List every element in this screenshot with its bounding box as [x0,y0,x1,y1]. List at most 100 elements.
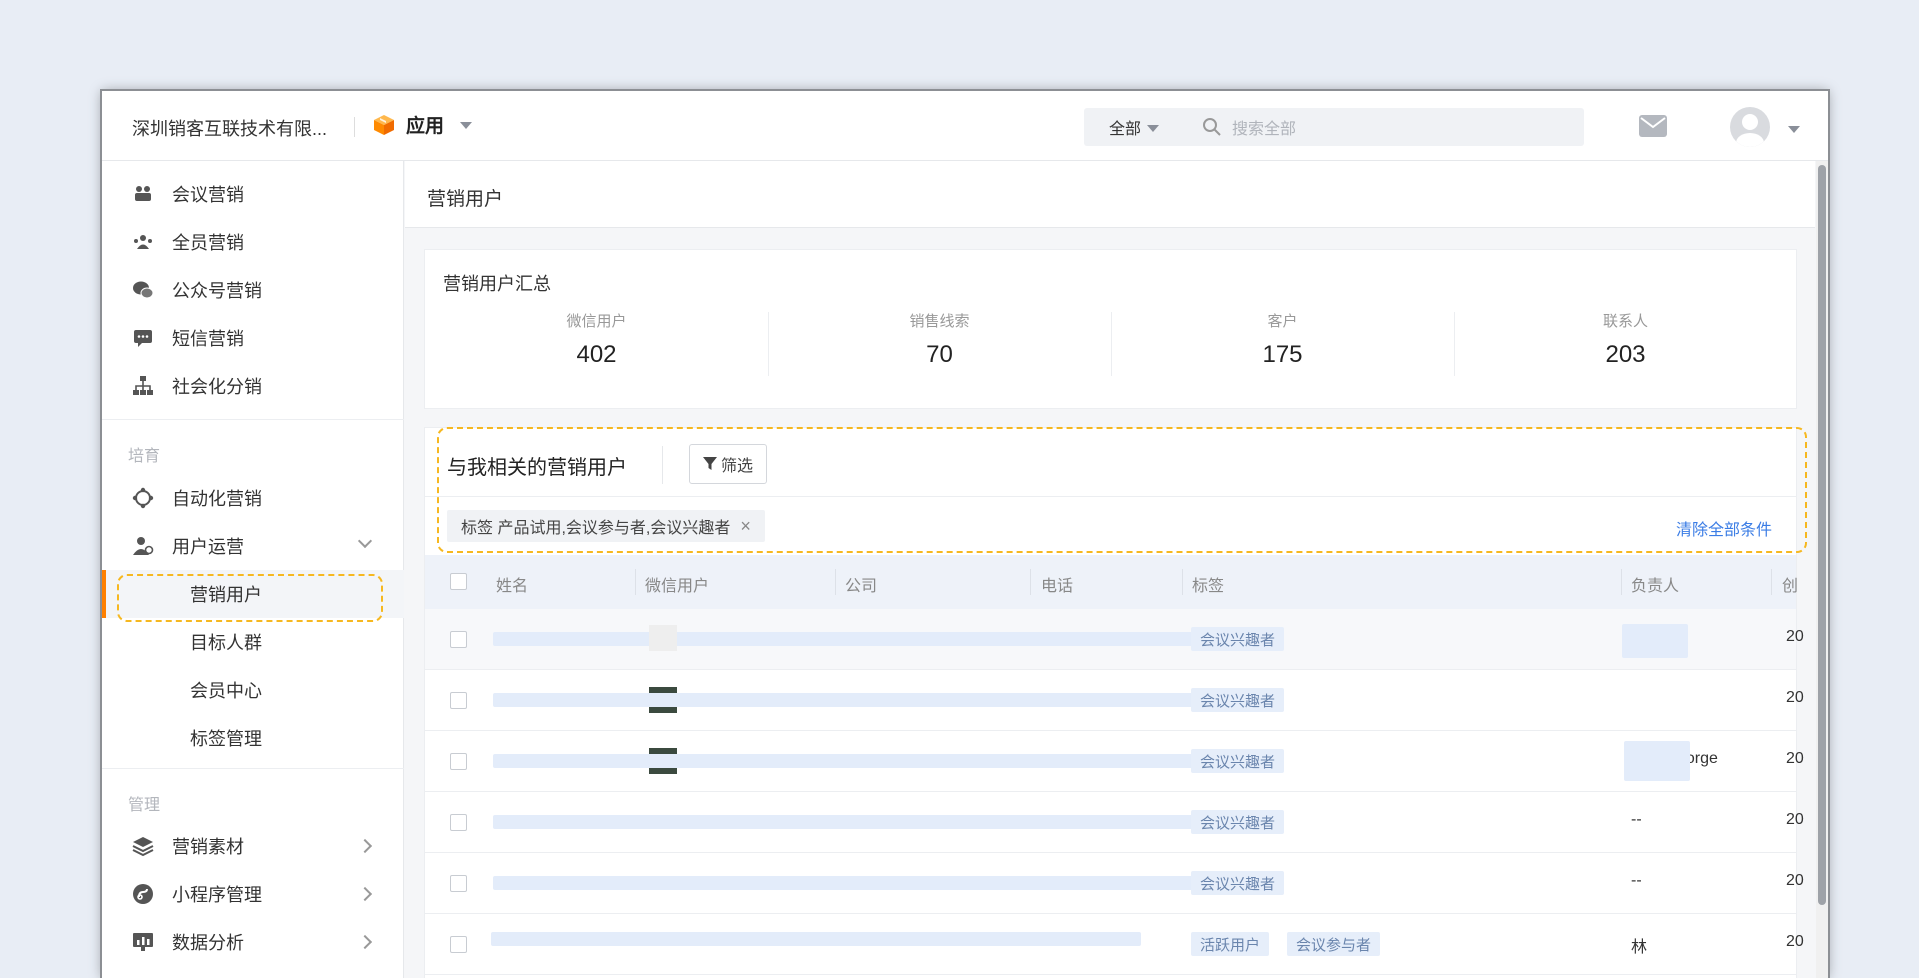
sidebar-item-sms-marketing[interactable]: 短信营销 [102,314,404,362]
section-title-nurture: 培育 [128,448,161,465]
row-checkbox[interactable] [450,692,467,709]
table-row[interactable]: 会议兴趣者 eorge 20 [425,731,1804,792]
stat-value: 175 [1262,341,1303,368]
page-title: 营销用户 [427,189,504,210]
stat-label: 微信用户 [566,313,627,330]
stat-sales-leads: 销售线索 70 [768,310,1111,369]
column-header-phone[interactable]: 电话 [1041,572,1073,596]
column-header-company[interactable]: 公司 [845,572,877,596]
table-header: 姓名 微信用户 公司 电话 标签 负责人 创 [425,555,1798,609]
app-window: 深圳销客互联技术有限... 应用 全部 搜索全部 会议营销 全员营销 公众号营销… [102,91,1828,978]
column-header-tags[interactable]: 标签 [1192,572,1224,596]
chevron-right-icon [357,838,373,854]
created-date: 20 [1786,811,1804,828]
layers-icon [132,835,154,857]
sidebar-item-user-operations[interactable]: 用户运营 [102,522,404,570]
sidebar-item-marketing-materials[interactable]: 营销素材 [102,822,404,870]
sidebar-item-automation-marketing[interactable]: 自动化营销 [102,474,404,522]
table-row[interactable]: 会议兴趣者 20 [425,670,1804,731]
team-icon [132,231,154,253]
redacted-cell [1622,624,1688,658]
sidebar-subitem-tag-management[interactable]: 标签管理 [102,714,404,762]
row-checkbox[interactable] [450,814,467,831]
active-indicator [102,570,106,618]
search-scope-label: 全部 [1109,121,1142,138]
tag-badge: 会议兴趣者 [1191,810,1285,834]
redacted-cell [493,632,1213,646]
sidebar-item-label: 短信营销 [172,329,244,349]
chevron-down-icon[interactable] [1788,126,1800,133]
chevron-down-icon [357,533,373,549]
column-header-name[interactable]: 姓名 [496,572,528,596]
chart-icon [132,931,154,953]
stat-label: 联系人 [1602,313,1648,330]
chevron-right-icon [357,886,373,902]
row-checkbox[interactable] [450,631,467,648]
column-divider [1771,569,1772,595]
created-date: 20 [1786,872,1804,889]
table-row[interactable]: 会议兴趣者 -- 20 [425,853,1804,914]
user-ops-icon [132,535,154,557]
column-divider [1030,569,1031,595]
sidebar-item-data-analysis[interactable]: 数据分析 [102,918,404,966]
scrollbar-thumb[interactable] [1818,165,1826,905]
sidebar-item-label: 全员营销 [172,233,244,253]
redacted-cell [493,754,1215,768]
tag-badge: 会议兴趣者 [1191,871,1285,895]
top-bar: 深圳销客互联技术有限... 应用 全部 搜索全部 [102,91,1828,161]
mail-icon[interactable] [1639,115,1667,137]
sms-icon [132,327,154,349]
sidebar: 会议营销 全员营销 公众号营销 短信营销 社会化分销 培育 自动化营销 用户运营… [102,161,404,978]
created-date: 20 [1786,689,1804,706]
table-row[interactable]: 活跃用户 会议参与者 林 20 [425,914,1804,975]
select-all-checkbox[interactable] [450,573,467,590]
sidebar-item-label: 营销素材 [172,837,244,857]
sidebar-item-label: 会员中心 [190,681,262,701]
sidebar-item-label: 标签管理 [190,729,262,749]
main-content: 营销用户 营销用户汇总 微信用户 402 销售线索 70 客户 175 联系人 … [405,161,1815,978]
sidebar-item-all-staff-marketing[interactable]: 全员营销 [102,218,404,266]
sidebar-item-label: 社会化分销 [172,377,262,397]
table-row[interactable]: 会议兴趣者 -- 20 [425,792,1804,853]
column-divider [835,569,836,595]
avatar[interactable] [1730,107,1770,147]
stat-value: 402 [576,341,617,368]
row-checkbox[interactable] [450,875,467,892]
sidebar-divider [102,768,404,769]
column-divider [1621,569,1622,595]
redacted-cell [491,932,1141,946]
sidebar-item-wechat-marketing[interactable]: 公众号营销 [102,266,404,314]
row-checkbox[interactable] [450,936,467,953]
search-scope-select[interactable]: 全部 [1084,115,1202,139]
sidebar-subitem-target-audience[interactable]: 目标人群 [102,618,404,666]
chevron-down-icon [1147,124,1160,132]
owner-name: -- [1631,872,1642,889]
search-input[interactable]: 搜索全部 [1232,115,1296,139]
sidebar-item-miniprogram-management[interactable]: 小程序管理 [102,870,404,918]
sidebar-divider [102,419,404,420]
app-switcher[interactable]: 应用 [372,111,473,138]
highlight-box-filter [437,427,1807,553]
redacted-cell [493,815,1221,829]
redacted-cell [1624,741,1690,781]
created-date: 20 [1786,933,1804,950]
created-date: 20 [1786,750,1804,767]
meeting-icon [132,183,154,205]
sidebar-item-social-distribution[interactable]: 社会化分销 [102,362,404,410]
table-row[interactable]: 会议兴趣者 20 [425,609,1804,670]
stat-customers: 客户 175 [1111,310,1454,369]
sidebar-item-label: 公众号营销 [172,281,262,301]
column-header-created[interactable]: 创 [1782,572,1798,596]
company-name[interactable]: 深圳销客互联技术有限... [132,115,327,141]
highlight-box-nav [117,574,383,622]
column-header-wechat-user[interactable]: 微信用户 [645,572,709,596]
column-header-owner[interactable]: 负责人 [1631,572,1679,596]
page-header: 营销用户 [405,161,1815,228]
sidebar-item-label: 小程序管理 [172,885,262,905]
owner-name: 林 [1631,939,1648,956]
sidebar-subitem-member-center[interactable]: 会员中心 [102,666,404,714]
section-title-manage: 管理 [128,797,161,814]
sidebar-item-meeting-marketing[interactable]: 会议营销 [102,170,404,218]
row-checkbox[interactable] [450,753,467,770]
scrollbar[interactable] [1816,161,1828,978]
